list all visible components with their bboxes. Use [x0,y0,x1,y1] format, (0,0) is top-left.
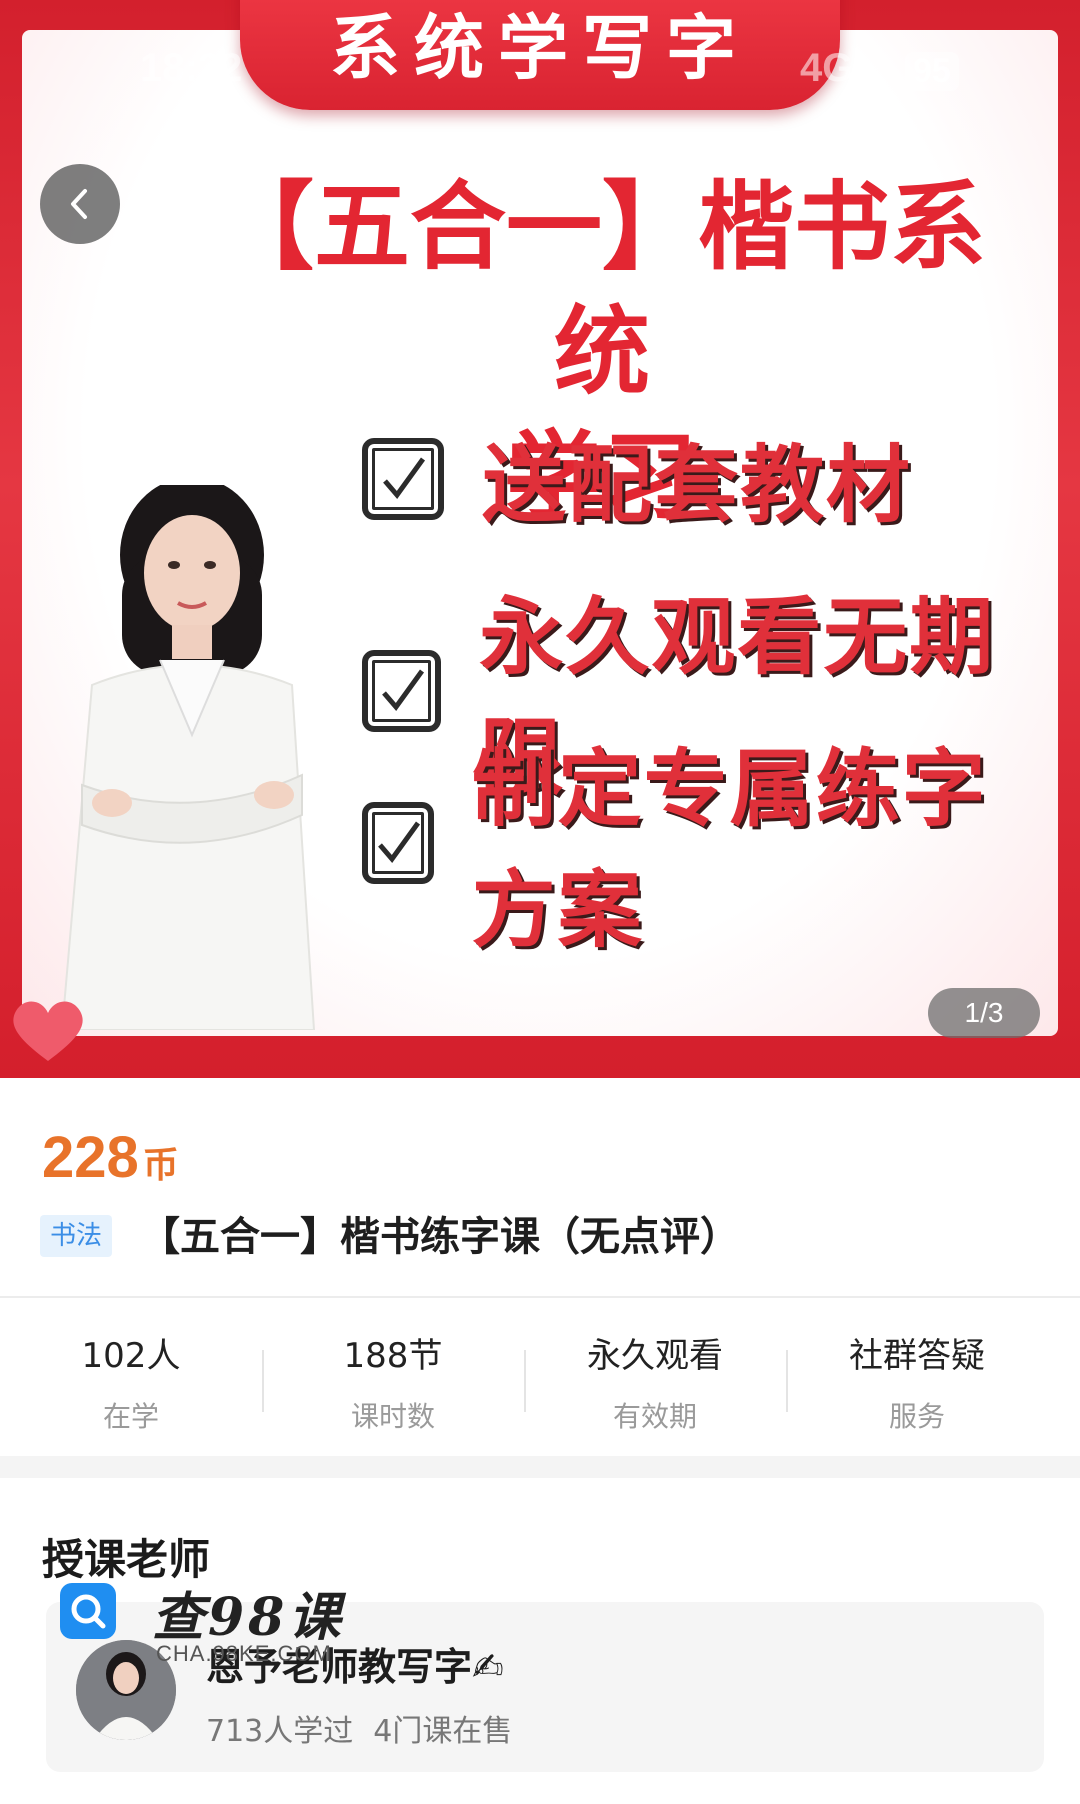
stat-service: 社群答疑 服务 [786,1328,1048,1435]
banner-frame: 【五合一】楷书系统 学习 送配套教材 永久观看无期限 制定专属练字方案 [22,30,1058,1036]
stat-students: 102人 在学 [0,1328,262,1435]
stat-label: 课时数 [350,1400,435,1433]
hero-title-line1: 【五合一】楷书系统 [218,171,986,408]
course-stats: 102人 在学 188节 课时数 永久观看 有效期 社群答疑 服务 [0,1328,1080,1435]
watermark: 查98课 CHA.98KE.COM [60,1575,360,1675]
course-title: 【五合一】楷书练字课（无点评） [140,1214,740,1260]
banner-ribbon: 系统学写字 [240,0,840,110]
status-battery: 95 [905,52,959,91]
checkbox-icon [362,437,444,520]
banner-ribbon-title: 系统学写字 [330,6,750,89]
chevron-left-icon [71,189,87,219]
category-tag: 书法 [40,1215,113,1257]
stat-lessons: 188节 课时数 [262,1328,524,1435]
stat-value: 社群答疑 [849,1336,985,1376]
feature-text: 制定专属练字方案 [471,740,988,959]
watermark-logo-icon [60,1583,116,1639]
back-button[interactable] [40,164,120,244]
stat-value: 永久观看 [587,1336,723,1376]
feature-text: 送配套教材 [482,436,913,534]
divider [0,1296,1080,1298]
feature-item: 送配套教材 [362,418,912,539]
stat-label: 服务 [888,1400,945,1433]
price: 228 币 [42,1124,179,1191]
teacher-photo [60,485,316,1030]
courses-count: 4门课在售 [373,1714,513,1749]
status-signal: 4G [800,46,854,90]
course-info: 228 币 书法 【五合一】楷书练字课（无点评） 102人 在学 188节 课时数… [0,1078,1080,1456]
heart-decoration-icon [13,1001,83,1061]
stat-divider [524,1350,526,1412]
page-indicator: 1/3 [928,988,1040,1038]
stat-divider [786,1350,788,1412]
teacher-meta: 713人学过 4门课在售 [206,1706,512,1750]
stat-value: 188节 [343,1336,443,1376]
price-unit: 币 [142,1144,179,1185]
course-banner[interactable]: 【五合一】楷书系统 学习 送配套教材 永久观看无期限 制定专属练字方案 系统学写… [0,0,1080,1078]
watermark-url: CHA.98KE.COM [156,1641,332,1666]
feature-item: 制定专属练字方案 [362,722,1058,964]
learned-count: 713人学过 [206,1714,354,1749]
checkbox-icon [362,802,434,884]
watermark-title: 查98课 [152,1587,345,1648]
price-value: 228 [42,1125,139,1190]
stat-validity: 永久观看 有效期 [524,1328,786,1435]
checkbox-icon [362,650,442,732]
status-time: 18:22 [140,46,243,90]
stat-value: 102人 [81,1336,181,1376]
stat-divider [262,1350,264,1412]
stat-label: 在学 [102,1400,159,1433]
stat-label: 有效期 [612,1400,697,1433]
